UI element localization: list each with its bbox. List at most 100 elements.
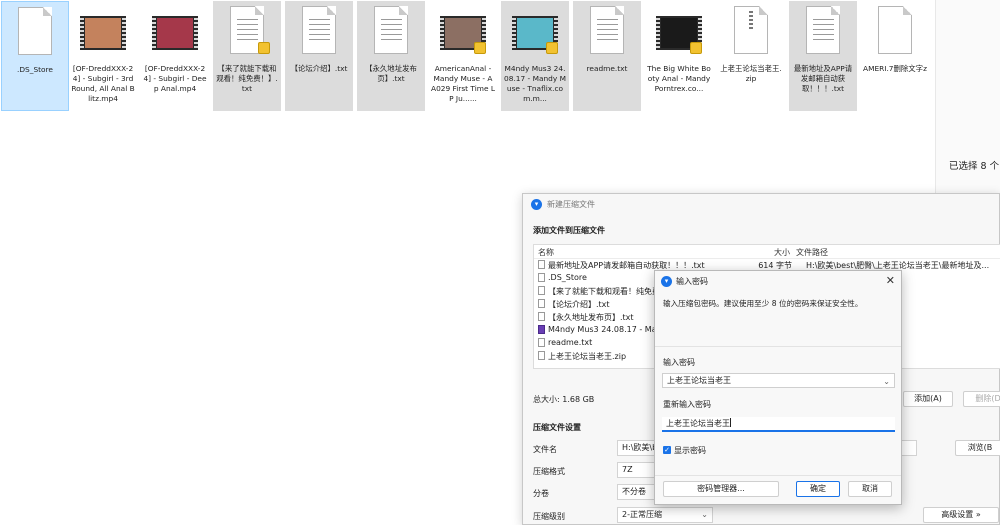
confirm-password-value: 上老王论坛当老王 [666,419,730,428]
file-name: M4ndy Mus3 24.08.17 - Mandy Muse - Tnafl… [504,64,566,103]
file-name: AMERI.7删除文字z [863,64,927,73]
file-tile[interactable]: 【永久地址发布页】.txt [357,1,425,111]
video-thumbnail-icon [80,16,126,50]
divider [655,346,901,347]
row-name: 【来了就能下载和观看！纯免费 [548,287,660,296]
format-value: 7Z [622,465,633,474]
chevron-down-icon: ⌄ [701,510,708,519]
file-name: 【论坛介绍】.txt [290,64,348,73]
file-name: 上老王论坛当老王.zip [720,64,782,83]
add-button[interactable]: 添加(A) [903,391,953,407]
total-size: 总大小: 1.68 GB [533,395,595,404]
chevron-down-icon[interactable]: ⌄ [883,375,890,388]
row-name: readme.txt [548,338,593,347]
badge-icon [474,42,486,54]
file-name: [OF-DreddXXX-24] - Subgirl - Deep Anal.m… [143,64,207,93]
split-value: 不分卷 [622,487,646,496]
add-files-heading: 添加文件到压缩文件 [533,226,605,235]
password-label: 输入密码 [663,358,695,367]
format-label: 压缩格式 [533,467,565,476]
browse-button[interactable]: 浏览(B [955,440,1000,456]
document-icon [538,351,545,360]
text-caret [730,418,731,427]
document-icon [538,312,545,321]
file-tile[interactable]: 最新地址及APP请发邮箱自动获取！！！.txt [789,1,857,111]
file-tile[interactable]: M4ndy Mus3 24.08.17 - Mandy Muse - Tnafl… [501,1,569,111]
video-file-icon [538,325,545,334]
file-tile[interactable]: AmericanAnal - Mandy Muse - AA029 First … [429,1,497,111]
password-dialog-title: 输入密码 [676,277,708,286]
selected-count: 已选择 8 个 [949,161,1000,172]
password-dialog: ▾ 输入密码 ✕ 输入压缩包密码。建议使用至少 8 位的密码来保证安全性。 输入… [654,270,902,505]
file-name: readme.txt [586,64,628,73]
file-name: AmericanAnal - Mandy Muse - AA029 First … [431,64,495,103]
file-tile[interactable]: readme.txt [573,1,641,111]
password-titlebar[interactable]: ▾ 输入密码 ✕ [655,271,901,293]
row-name: 【论坛介绍】.txt [548,300,610,309]
video-thumbnail-icon [152,16,198,50]
level-value: 2-正常压缩 [622,510,662,519]
ok-button[interactable]: 确定 [796,481,840,497]
badge-icon [546,42,558,54]
document-icon [538,260,545,269]
app-logo-icon: ▾ [661,276,672,287]
divider [655,475,901,476]
file-name: The Big White Booty Anal - Mandy Porntre… [647,64,711,93]
file-tile[interactable]: 【论坛介绍】.txt [285,1,353,111]
file-name: .DS_Store [17,65,53,74]
password-manager-button[interactable]: 密码管理器... [663,481,779,497]
column-path[interactable]: 文件路径 [796,247,828,258]
advanced-settings-button[interactable]: 高级设置 » [923,507,999,523]
file-tile[interactable]: 【来了就能下载和观看！纯免费！】.txt [213,1,281,111]
document-icon [538,273,545,282]
file-tile[interactable]: [OF-DreddXXX-24] - Subgirl - 3rd Round, … [69,1,137,111]
file-tile[interactable]: The Big White Booty Anal - Mandy Porntre… [645,1,713,111]
remove-button[interactable]: 删除(D [963,391,1000,407]
document-icon [18,7,52,55]
column-size[interactable]: 大小 [774,247,790,258]
dialog-title: 新建压缩文件 [547,200,595,209]
text-file-icon [806,6,840,54]
document-icon [538,338,545,347]
level-select[interactable]: 2-正常压缩 ⌄ [617,507,713,523]
document-icon [538,286,545,295]
password-hint: 输入压缩包密码。建议使用至少 8 位的密码来保证安全性。 [663,299,863,308]
row-name: M4ndy Mus3 24.08.17 - Man [548,325,662,334]
document-icon [878,6,912,54]
row-name: 上老王论坛当老王.zip [548,352,627,361]
file-name: [OF-DreddXXX-24] - Subgirl - 3rd Round, … [71,64,135,103]
file-grid: .DS_Store [OF-DreddXXX-24] - Subgirl - 3… [0,0,935,115]
column-name[interactable]: 名称 [538,247,554,258]
archive-settings-heading: 压缩文件设置 [533,423,581,432]
split-label: 分卷 [533,489,549,498]
file-tile[interactable]: 上老王论坛当老王.zip [717,1,785,111]
row-name: .DS_Store [548,273,587,282]
text-file-icon [302,6,336,54]
row-name: 【永久地址发布页】.txt [548,313,634,322]
confirm-password-input[interactable]: 上老王论坛当老王 [662,417,895,432]
app-logo-icon: ▾ [531,199,542,210]
file-name: 最新地址及APP请发邮箱自动获取！！！.txt [793,64,853,93]
level-label: 压缩级别 [533,512,565,521]
file-tile[interactable]: .DS_Store [1,1,69,111]
cancel-button[interactable]: 取消 [848,481,892,497]
badge-icon [690,42,702,54]
show-password-checkbox[interactable]: ✓ [663,446,671,454]
confirm-password-label: 重新输入密码 [663,400,711,409]
document-icon [538,299,545,308]
show-password-label[interactable]: 显示密码 [674,445,706,456]
file-tile[interactable]: AMERI.7删除文字z [861,1,929,111]
badge-icon [258,42,270,54]
password-value: 上老王论坛当老王 [667,376,731,385]
file-tile[interactable]: [OF-DreddXXX-24] - Subgirl - Deep Anal.m… [141,1,209,111]
file-name: 【永久地址发布页】.txt [365,64,417,83]
text-file-icon [374,6,408,54]
password-input[interactable]: 上老王论坛当老王 ⌄ [662,373,895,388]
filename-label: 文件名 [533,445,557,454]
dialog-titlebar[interactable]: ▾ 新建压缩文件 [523,194,999,216]
list-header: 名称 大小 文件路径 [534,245,1000,259]
close-icon[interactable]: ✕ [886,274,895,287]
file-name: 【来了就能下载和观看！纯免费！】.txt [216,64,278,93]
text-file-icon [590,6,624,54]
zip-file-icon [734,6,768,54]
